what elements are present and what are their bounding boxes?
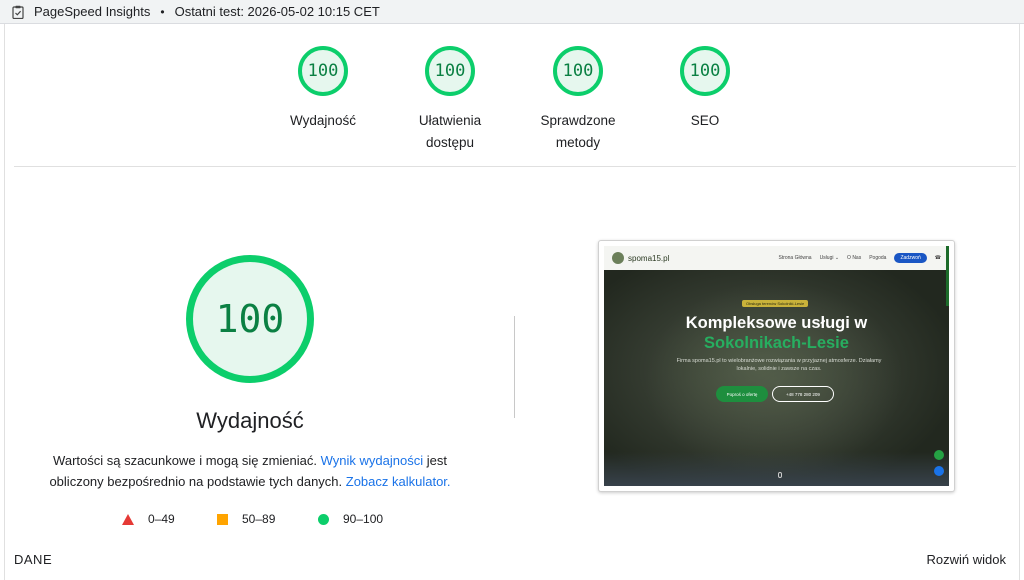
description-text: Wartości są szacunkowe i mogą się zmieni… — [53, 453, 321, 468]
gauge-label: Sprawdzone metody — [523, 110, 633, 154]
sky-gradient — [604, 452, 949, 486]
whatsapp-icon — [934, 450, 944, 460]
site-badge: Obsługa terenów Sokolniki-Lesie — [742, 300, 809, 307]
screenshot-viewport: spoma15.pl Strona Główna Usługi ⌄ O Nas … — [604, 246, 949, 486]
site-heading-line1: Kompleksowe usługi w — [685, 314, 868, 332]
site-paragraph: Firma spoma15.pl to wielobranżowe rozwią… — [676, 358, 882, 372]
category-gauges: 100 Wydajność 100 Ułatwienia dostępu 100… — [0, 46, 1024, 156]
vertical-divider — [514, 316, 515, 418]
score-ring: 100 — [298, 46, 348, 96]
legend-range: 50–89 — [242, 512, 276, 526]
scroll-mouse-icon — [778, 472, 782, 478]
site-brand: spoma15.pl — [628, 253, 670, 263]
section-divider — [14, 166, 1016, 167]
site-menu-item: O Nas — [847, 255, 862, 261]
gauge-seo[interactable]: 100 SEO — [650, 46, 760, 132]
score-ring: 100 — [425, 46, 475, 96]
score-ring: 100 — [680, 46, 730, 96]
gauge-label: Wydajność — [268, 110, 378, 132]
site-menu-item: Strona Główna — [778, 255, 812, 261]
performance-score-gauge: 100 — [186, 255, 314, 383]
clipboard-check-icon — [12, 5, 24, 19]
site-navbar: spoma15.pl Strona Główna Usługi ⌄ O Nas … — [604, 246, 949, 270]
gauge-label: Ułatwienia dostępu — [395, 110, 505, 154]
top-bar: PageSpeed Insights • Ostatni test: 2026-… — [0, 0, 1024, 24]
site-menu: Strona Główna Usługi ⌄ O Nas Pogoda Zadz… — [778, 253, 941, 263]
page-screenshot-thumbnail[interactable]: spoma15.pl Strona Główna Usługi ⌄ O Nas … — [598, 240, 955, 492]
site-menu-item: Usługi ⌄ — [819, 255, 840, 261]
app-name: PageSpeed Insights — [34, 4, 151, 19]
phone-icon: ☎ — [934, 255, 941, 261]
chat-icon — [934, 466, 944, 476]
tree-background-image — [644, 280, 904, 480]
legend-item-fail: 0–49 — [122, 512, 175, 526]
gauge-label-line: Sprawdzone — [540, 113, 616, 128]
gauge-label-line: SEO — [690, 113, 720, 128]
separator-dot: • — [160, 4, 165, 19]
gauge-label: SEO — [650, 110, 760, 132]
gauge-label-line: metody — [555, 135, 601, 150]
site-call-button: Zadzwoń — [894, 253, 927, 263]
site-scroll-indicator — [946, 246, 949, 306]
site-cta-primary: Poproś o ofertę — [716, 386, 768, 402]
orange-square-icon — [217, 513, 228, 525]
green-circle-icon — [318, 513, 329, 525]
red-triangle-icon — [122, 513, 134, 525]
legend-range: 90–100 — [343, 512, 384, 526]
performance-score-link[interactable]: Wynik wydajności — [321, 453, 423, 468]
gauge-label-line: Wydajność — [290, 113, 356, 128]
performance-description: Wartości są szacunkowe i mogą się zmieni… — [40, 450, 460, 492]
gauge-accessibility[interactable]: 100 Ułatwienia dostępu — [395, 46, 505, 154]
site-heading-line2: Sokolnikach-Lesie — [704, 334, 849, 352]
score-legend: 0–49 50–89 90–100 — [0, 512, 520, 530]
legend-item-average: 50–89 — [217, 512, 275, 526]
gauge-best-practices[interactable]: 100 Sprawdzone metody — [523, 46, 633, 154]
expand-view-button[interactable]: Rozwiń widok — [927, 552, 1006, 567]
data-section-label: DANE — [14, 552, 53, 567]
legend-item-pass: 90–100 — [318, 512, 383, 526]
site-cta-secondary: +48 778 280 209 — [772, 386, 834, 402]
legend-range: 0–49 — [148, 512, 175, 526]
score-ring: 100 — [553, 46, 603, 96]
site-logo-icon — [612, 252, 624, 264]
gauge-label-line: Ułatwienia — [418, 113, 482, 128]
gauge-performance[interactable]: 100 Wydajność — [268, 46, 378, 132]
gauge-label-line: dostępu — [425, 135, 475, 150]
performance-title: Wydajność — [196, 408, 304, 433]
last-test-timestamp: Ostatni test: 2026-05-02 10:15 CET — [174, 4, 380, 19]
site-menu-item: Pogoda — [869, 255, 887, 261]
calculator-link[interactable]: Zobacz kalkulator. — [346, 474, 451, 489]
